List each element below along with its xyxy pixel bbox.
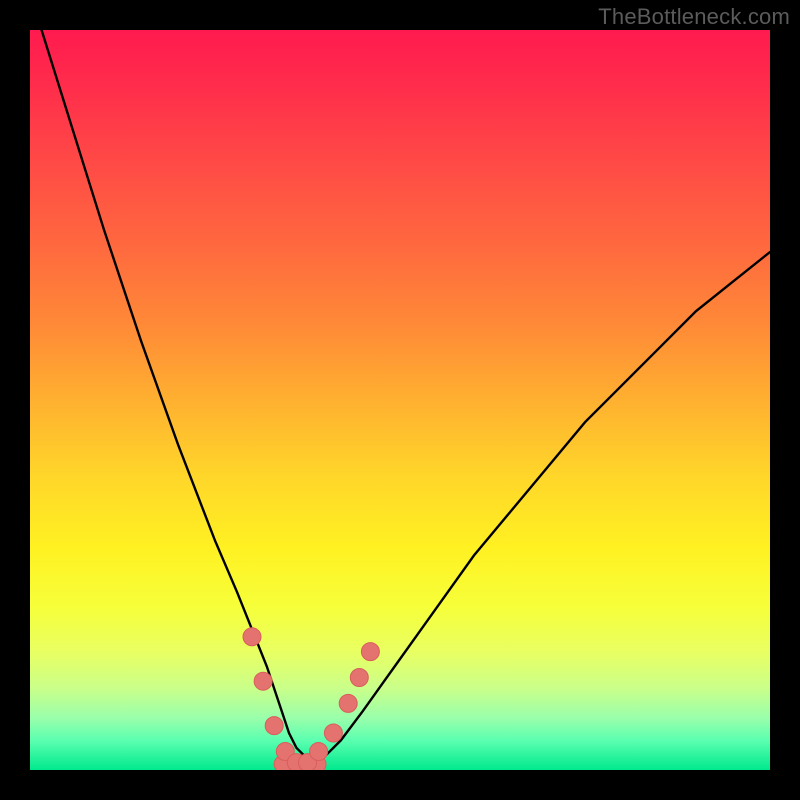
data-marker (350, 669, 368, 687)
watermark-text: TheBottleneck.com (598, 4, 790, 30)
data-marker (310, 743, 328, 761)
data-marker (265, 717, 283, 735)
chart-overlay (30, 30, 770, 770)
chart-frame: TheBottleneck.com (0, 0, 800, 800)
data-marker (361, 643, 379, 661)
data-marker (243, 628, 261, 646)
data-marker (339, 694, 357, 712)
data-markers (243, 628, 379, 770)
data-marker (254, 672, 272, 690)
bottleneck-curve (30, 30, 770, 763)
data-marker (324, 724, 342, 742)
plot-area (30, 30, 770, 770)
